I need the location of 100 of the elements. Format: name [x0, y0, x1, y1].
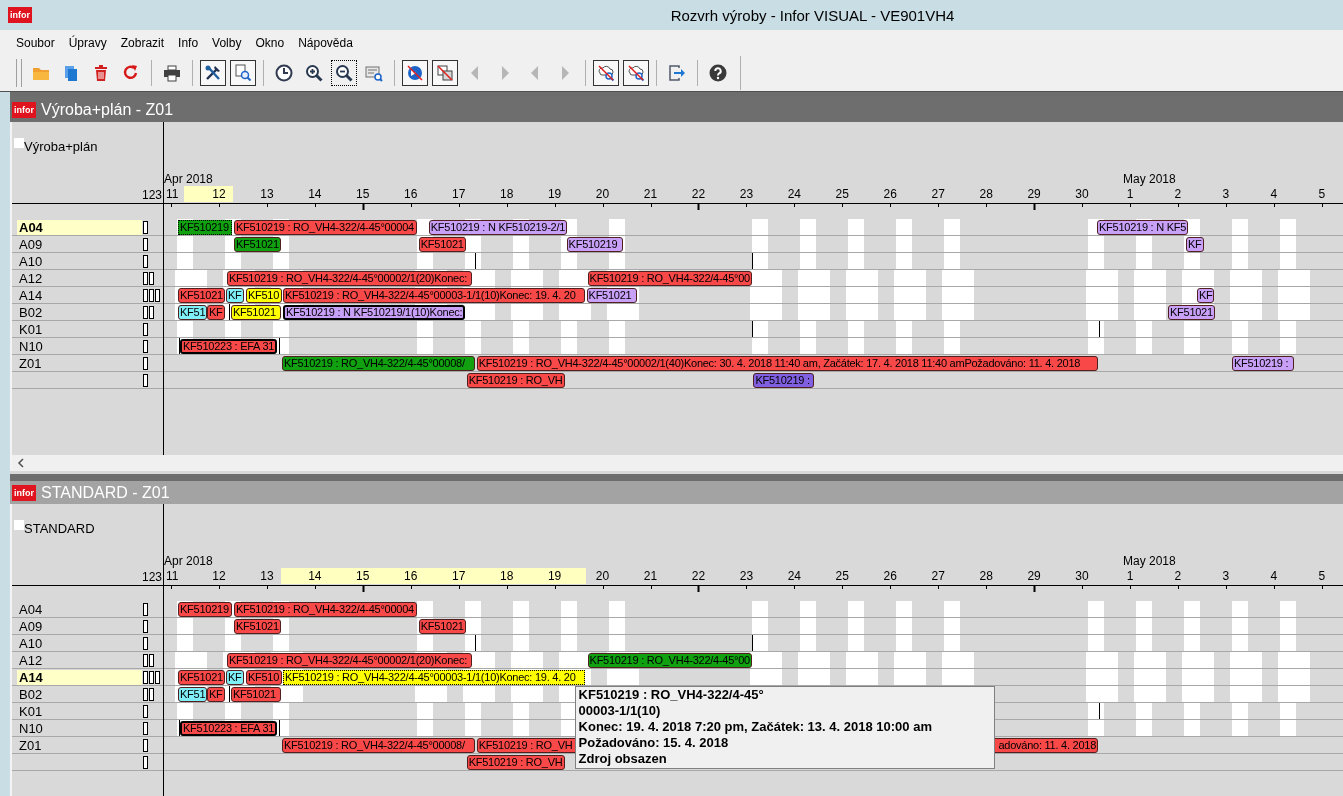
toolbar-button[interactable]: [432, 60, 458, 86]
toolbar-button[interactable]: [402, 60, 428, 86]
menu-item[interactable]: Úpravy: [61, 33, 114, 52]
task-bar[interactable]: KF510219 : RO_VH4-322/4-45°00: [587, 271, 752, 286]
task-bar[interactable]: KF510223 : EFA 31: [180, 339, 278, 354]
menu-item[interactable]: Okno: [248, 33, 292, 52]
task-bar[interactable]: KF510223 : EFA 31: [180, 721, 278, 736]
task-bar[interactable]: KF51021: [178, 670, 225, 685]
day-label: 18: [499, 186, 514, 202]
zoom-in-icon: [304, 63, 324, 83]
horizontal-scrollbar[interactable]: [10, 455, 1343, 471]
task-bar[interactable]: KF510219: [178, 602, 232, 617]
day-label: 3: [1222, 568, 1230, 584]
task-bar[interactable]: KF510219 : RO_VH: [466, 373, 565, 388]
resource-label[interactable]: A09: [17, 618, 142, 634]
task-bar[interactable]: KF51: [178, 305, 208, 320]
task-bar[interactable]: KF510219 : RO_VH4-322/4-45°00: [587, 653, 752, 668]
task-bar[interactable]: KF510219: [178, 220, 232, 235]
day-label: 20: [595, 568, 610, 584]
task-bar[interactable]: KF510219 : RO_VH4-322/4-45°00008/: [281, 738, 475, 753]
toolbar-button[interactable]: [230, 60, 256, 86]
time-marker: [1099, 703, 1100, 719]
zoom-out-icon: [334, 63, 354, 83]
resource-label[interactable]: A10: [17, 253, 142, 269]
task-bar[interactable]: KF510219 :: [753, 373, 815, 388]
resource-label[interactable]: A04: [17, 219, 142, 235]
resource-label[interactable]: N10: [17, 720, 142, 736]
task-bar[interactable]: KF510219 : RO_VH4-322/4-45°00004: [233, 602, 417, 617]
task-bar[interactable]: KF51: [178, 687, 208, 702]
menu-item[interactable]: Volby: [205, 33, 249, 52]
resource-label[interactable]: A10: [17, 635, 142, 651]
task-bar[interactable]: KF510219 : RO_VH4-322/4-45°00002/1(40)Konec: 30. 4. 2018 11:40 am, Začátek: 17. 4. 2018 11:40 amPožadováno: 11. 4. 2018: [476, 356, 1098, 371]
menu-item[interactable]: Nápověda: [291, 33, 360, 52]
resource-label[interactable]: N10: [17, 338, 142, 354]
task-bar[interactable]: KF510219 : RO_VH4-322/4-45°00003-1/1(10)Konec: 19. 4. 20: [282, 670, 585, 685]
task-bar[interactable]: KF51021: [178, 288, 225, 303]
day-label: 25: [835, 186, 849, 202]
menu-item[interactable]: Zobrazit: [113, 33, 172, 52]
resource-label[interactable]: B02: [17, 304, 142, 320]
task-bar[interactable]: KF51021: [230, 305, 281, 320]
task-bar[interactable]: KF51021: [230, 687, 281, 702]
day-label: 15: [356, 568, 370, 584]
task-bar[interactable]: KF: [206, 687, 225, 702]
day-label: 26: [883, 568, 897, 584]
resource-label[interactable]: A12: [17, 652, 142, 668]
day-label: 14: [308, 568, 322, 584]
task-bar[interactable]: KF510219 : N KF5: [1097, 220, 1189, 235]
bar-label: KF510219 : RO_VH: [478, 739, 573, 752]
count-heading: 123: [141, 188, 162, 203]
task-bar[interactable]: KF510219 : RO_VH4-322/4-45°00004: [233, 220, 417, 235]
task-bar[interactable]: KF510219 : RO_VH: [466, 755, 565, 770]
time-marker: [279, 720, 280, 736]
resource-label[interactable]: A04: [17, 601, 142, 617]
day-label: 27: [931, 186, 945, 202]
time-marker: [179, 720, 180, 736]
month-label: Apr 2018: [164, 554, 213, 568]
menu-item[interactable]: Info: [171, 33, 206, 52]
resource-label[interactable]: Z01: [17, 355, 142, 371]
resource-label[interactable]: A14: [17, 669, 142, 685]
task-bar[interactable]: KF510219 : RO_VH4-322/4-45°00002/1(20)Konec:: [226, 653, 472, 668]
toolbar-button[interactable]: [623, 60, 649, 86]
toolbar-button[interactable]: [200, 60, 226, 86]
task-bar[interactable]: KF51021: [233, 619, 281, 634]
day-label: 28: [979, 568, 993, 584]
task-bar[interactable]: KF510219 : N KF510219-2/1: [428, 220, 568, 235]
resource-label[interactable]: A14: [17, 287, 142, 303]
menu-item[interactable]: Soubor: [9, 33, 62, 52]
task-bar[interactable]: KF51021: [418, 237, 466, 252]
resource-label[interactable]: K01: [17, 321, 142, 337]
resource-label[interactable]: A09: [17, 236, 142, 252]
time-marker: [279, 338, 280, 354]
resource-label[interactable]: Z01: [17, 737, 142, 753]
task-bar[interactable]: KF510: [245, 670, 282, 685]
task-bar[interactable]: KF510: [245, 288, 282, 303]
day-label: 16: [404, 568, 418, 584]
date-highlight: [184, 186, 233, 202]
resource-label[interactable]: A12: [17, 270, 142, 286]
day-label: 4: [1270, 568, 1278, 584]
task-bar[interactable]: KF510219 : N KF510219/1(10)Konec:: [282, 305, 466, 320]
resource-label[interactable]: B02: [17, 686, 142, 702]
task-bar[interactable]: KF51021: [1167, 305, 1215, 320]
clock-icon: [274, 63, 294, 83]
task-bar[interactable]: KF: [206, 305, 225, 320]
task-bar[interactable]: KF51021: [418, 619, 466, 634]
toolbar-button[interactable]: [331, 60, 357, 86]
task-bar[interactable]: KF51021: [586, 288, 637, 303]
task-bar[interactable]: KF51021: [233, 237, 281, 252]
logo: infor: [12, 101, 36, 118]
task-bar[interactable]: KF510219 : RO_VH4-322/4-45°00008/: [281, 356, 475, 371]
task-bar[interactable]: KF510219 : RO_VH4-322/4-45°00003-1/1(10)Konec: 19. 4. 20: [282, 288, 585, 303]
task-bar[interactable]: KF510219 :: [1231, 356, 1294, 371]
tooltip-line: 00003-1/1(10): [578, 703, 661, 719]
day-label: 24: [787, 568, 801, 584]
find-icon: [233, 63, 253, 83]
toolbar-button[interactable]: [593, 60, 619, 86]
time-marker: [229, 304, 230, 320]
resource-label[interactable]: K01: [17, 703, 142, 719]
panel-title: STANDARD - Z01: [41, 483, 170, 502]
task-bar[interactable]: KF510219 : RO_VH4-322/4-45°00002/1(20)Konec:: [226, 271, 472, 286]
task-bar[interactable]: KF510219: [566, 237, 623, 252]
